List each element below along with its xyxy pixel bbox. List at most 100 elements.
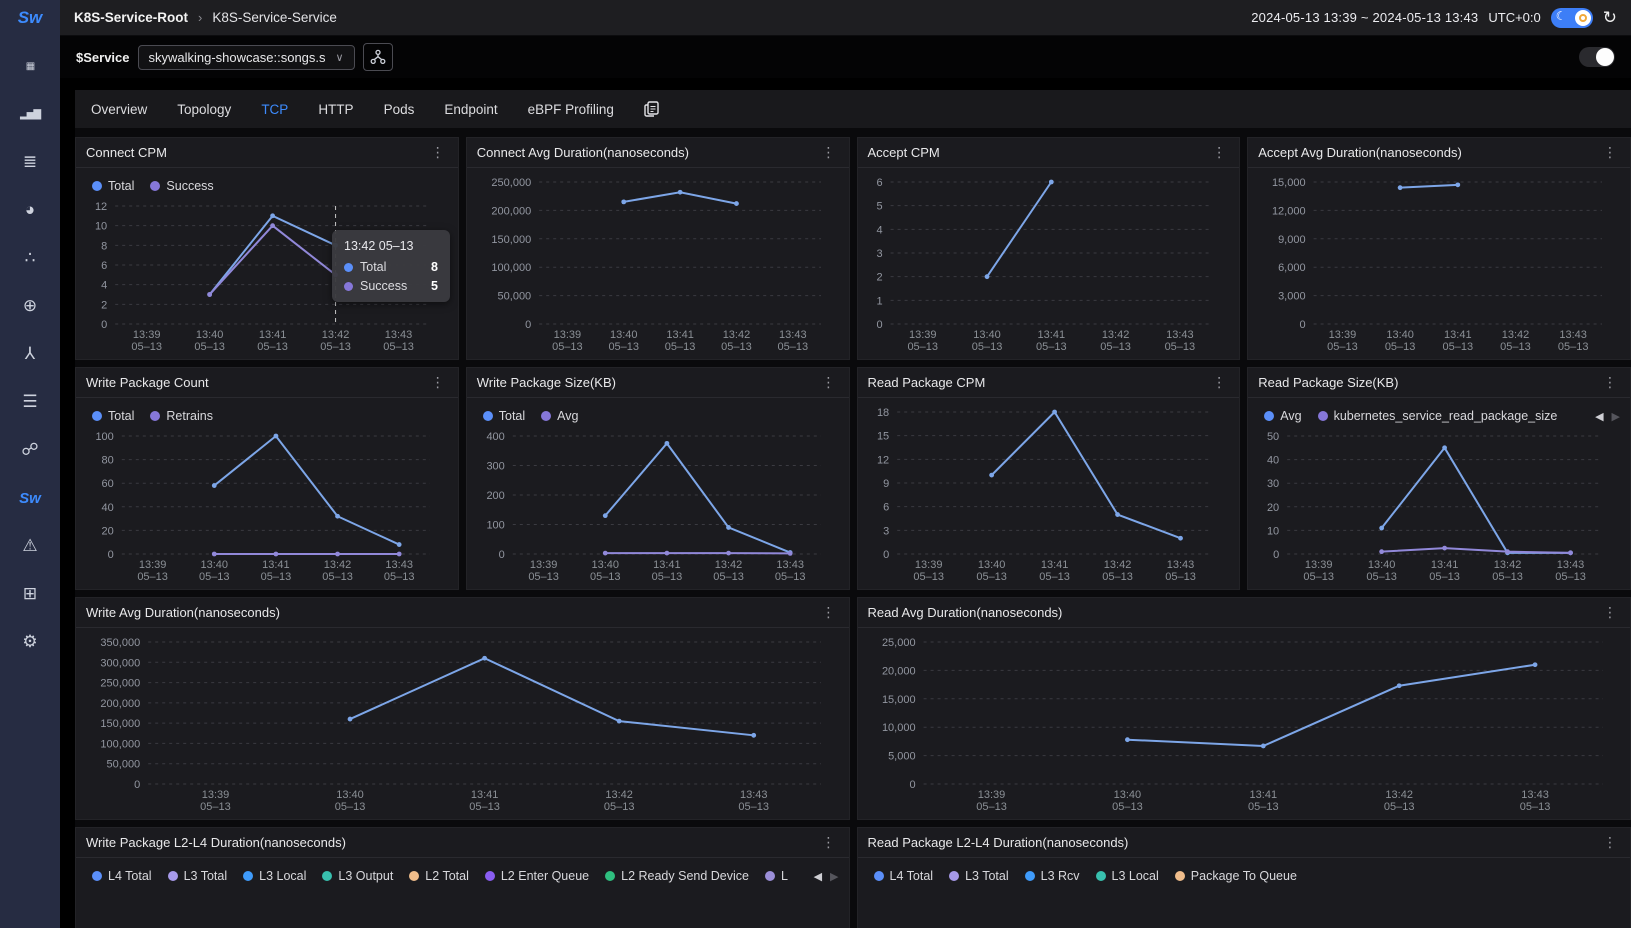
- widgets-plus-icon[interactable]: ⊞: [0, 570, 60, 618]
- legend-item[interactable]: L2 Total: [409, 869, 469, 883]
- more-menu-icon[interactable]: ⋮: [1209, 374, 1229, 391]
- more-menu-icon[interactable]: ⋮: [819, 144, 839, 161]
- legend-next-icon[interactable]: ▶: [1612, 410, 1620, 423]
- tab-overview[interactable]: Overview: [91, 102, 147, 117]
- more-menu-icon[interactable]: ⋮: [1600, 604, 1620, 621]
- more-menu-icon[interactable]: ⋮: [428, 374, 448, 391]
- legend-item[interactable]: L: [765, 869, 788, 883]
- line-chart[interactable]: 0102030405013:3905–1313:4005–1313:4105–1…: [1258, 428, 1620, 586]
- network-tree-icon[interactable]: ⅄: [0, 330, 60, 378]
- breadcrumb-root[interactable]: K8S-Service-Root: [74, 10, 188, 25]
- app-logo[interactable]: Sw: [18, 8, 43, 28]
- tab-http[interactable]: HTTP: [318, 102, 353, 117]
- legend-item[interactable]: L3 Total: [949, 869, 1009, 883]
- service-select[interactable]: skywalking-showcase::songs.s ∨: [138, 45, 355, 70]
- dashboard-icon[interactable]: ▦: [0, 42, 60, 90]
- settings-gear-icon[interactable]: ⚙: [0, 618, 60, 666]
- legend-item[interactable]: Success: [150, 179, 213, 193]
- more-menu-icon[interactable]: ⋮: [1600, 834, 1620, 851]
- chart-legend: Total Retrains: [86, 404, 448, 428]
- legend-prev-icon[interactable]: ◀: [814, 870, 822, 883]
- legend-next-icon[interactable]: ▶: [830, 870, 838, 883]
- legend-item[interactable]: L4 Total: [874, 869, 934, 883]
- refresh-icon[interactable]: ↻: [1603, 9, 1617, 26]
- svg-text:0: 0: [525, 319, 531, 331]
- line-chart[interactable]: 010020030040013:3905–1313:4005–1313:4105…: [477, 428, 839, 586]
- tab-bar: Overview Topology TCP HTTP Pods Endpoint…: [75, 90, 1631, 128]
- svg-text:40: 40: [102, 502, 114, 514]
- list-icon[interactable]: ☰: [0, 378, 60, 426]
- line-chart[interactable]: 05,00010,00015,00020,00025,00013:3905–13…: [868, 634, 1621, 816]
- card-title: Connect Avg Duration(nanoseconds): [477, 145, 689, 160]
- marketplace-chart-icon[interactable]: ▂▅▇: [0, 90, 60, 138]
- legend-item[interactable]: Total: [92, 179, 134, 193]
- hierarchy-button[interactable]: [363, 43, 393, 71]
- more-menu-icon[interactable]: ⋮: [819, 604, 839, 621]
- theme-toggle[interactable]: ☾: [1551, 8, 1593, 28]
- legend-item[interactable]: Package To Queue: [1175, 869, 1297, 883]
- line-chart[interactable]: 050,000100,000150,000200,000250,000300,0…: [86, 634, 839, 816]
- legend-item[interactable]: L3 Local: [1096, 869, 1159, 883]
- svg-text:13:4105–13: 13:4105–13: [1430, 559, 1461, 583]
- tab-topology[interactable]: Topology: [177, 102, 231, 117]
- tab-tcp[interactable]: TCP: [261, 102, 288, 117]
- legend-item[interactable]: L2 Ready Send Device: [605, 869, 749, 883]
- more-menu-icon[interactable]: ⋮: [819, 834, 839, 851]
- copy-dashboard-icon[interactable]: [644, 101, 659, 117]
- svg-text:13:4005–13: 13:4005–13: [335, 789, 366, 813]
- legend-item[interactable]: L3 Output: [322, 869, 393, 883]
- legend-dot: [150, 411, 160, 421]
- legend-item[interactable]: L2 Enter Queue: [485, 869, 589, 883]
- line-chart[interactable]: 036912151813:3905–1313:4005–1313:4105–13…: [868, 404, 1230, 586]
- legend-item[interactable]: kubernetes_service_read_package_size: [1318, 409, 1558, 423]
- cluster-dots-icon[interactable]: ∴: [0, 234, 60, 282]
- card-write-avg-duration: Write Avg Duration(nanoseconds)⋮ 050,000…: [75, 597, 850, 820]
- card-title: Write Package L2-L4 Duration(nanoseconds…: [86, 835, 346, 850]
- legend-dot: [409, 871, 419, 881]
- card-accept-avg-duration: Accept Avg Duration(nanoseconds)⋮ 03,000…: [1247, 137, 1631, 360]
- card-title: Read Package CPM: [868, 375, 986, 390]
- skywalking-active-icon[interactable]: Sw: [0, 474, 60, 522]
- topology-link-icon[interactable]: ☍: [0, 426, 60, 474]
- infrastructure-donut-icon[interactable]: ◕: [0, 186, 60, 234]
- legend-item[interactable]: Retrains: [150, 409, 213, 423]
- legend-item[interactable]: L3 Local: [243, 869, 306, 883]
- svg-text:25,000: 25,000: [881, 637, 915, 649]
- svg-text:3: 3: [876, 248, 882, 260]
- more-menu-icon[interactable]: ⋮: [819, 374, 839, 391]
- legend-prev-icon[interactable]: ◀: [1595, 410, 1603, 423]
- legend-dot: [92, 411, 102, 421]
- alert-icon[interactable]: ⚠: [0, 522, 60, 570]
- auto-refresh-toggle[interactable]: [1579, 47, 1615, 67]
- time-range-picker[interactable]: 2024-05-13 13:39 ~ 2024-05-13 13:43: [1251, 10, 1478, 25]
- svg-text:0: 0: [498, 549, 504, 561]
- tooltip-row: Success 5: [344, 279, 438, 293]
- line-chart[interactable]: 050,000100,000150,000200,000250,00013:39…: [477, 174, 839, 356]
- legend-item[interactable]: L3 Rcv: [1025, 869, 1080, 883]
- line-chart[interactable]: 03,0006,0009,00012,00015,00013:3905–1313…: [1258, 174, 1620, 356]
- more-menu-icon[interactable]: ⋮: [1600, 374, 1620, 391]
- line-chart[interactable]: 02040608010013:3905–1313:4005–1313:4105–…: [86, 428, 448, 586]
- legend-item[interactable]: Total: [92, 409, 134, 423]
- more-menu-icon[interactable]: ⋮: [1600, 144, 1620, 161]
- sun-icon: [1579, 14, 1587, 22]
- skywalking-dashboard: Sw ▦ ▂▅▇ ≣ ◕ ∴ ⊕ ⅄ ☰ ☍ Sw ⚠ ⊞ ⚙ K8S-Serv…: [0, 0, 1631, 928]
- layers-icon[interactable]: ≣: [0, 138, 60, 186]
- line-chart[interactable]: 012345613:3905–1313:4005–1313:4105–1313:…: [868, 174, 1230, 356]
- timezone-label: UTC+0:0: [1488, 10, 1540, 25]
- globe-icon[interactable]: ⊕: [0, 282, 60, 330]
- legend-item[interactable]: Avg: [1264, 409, 1301, 423]
- more-menu-icon[interactable]: ⋮: [1209, 144, 1229, 161]
- tab-ebpf-profiling[interactable]: eBPF Profiling: [528, 102, 614, 117]
- svg-text:5,000: 5,000: [888, 751, 916, 763]
- legend-item[interactable]: L3 Total: [168, 869, 228, 883]
- breadcrumb-current[interactable]: K8S-Service-Service: [212, 10, 337, 25]
- tab-endpoint[interactable]: Endpoint: [444, 102, 497, 117]
- legend-item[interactable]: Total: [483, 409, 525, 423]
- legend-item[interactable]: Avg: [541, 409, 578, 423]
- legend-item[interactable]: L4 Total: [92, 869, 152, 883]
- tab-pods[interactable]: Pods: [384, 102, 415, 117]
- chart-svg: 050,000100,000150,000200,000250,00013:39…: [477, 174, 839, 356]
- more-menu-icon[interactable]: ⋮: [428, 144, 448, 161]
- svg-text:13:4205–13: 13:4205–13: [320, 329, 351, 353]
